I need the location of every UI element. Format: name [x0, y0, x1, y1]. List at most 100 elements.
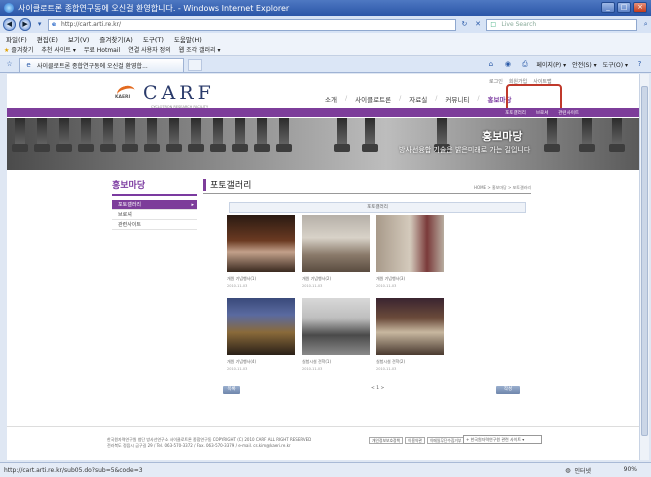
side-item-brochure[interactable]: 브로셔: [112, 210, 197, 220]
sub-navigation: 포토갤러리 브로셔 관련사이트: [7, 108, 639, 117]
url-input[interactable]: http://cart.arti.re.kr/: [48, 18, 457, 31]
breadcrumb: HOME > 홍보마당 > 포토갤러리: [473, 185, 531, 190]
photo-caption[interactable]: 실험시설 견학(2): [376, 359, 444, 365]
photo-date: 2010-11-03: [302, 367, 323, 371]
window-titlebar: 사이클로트론 종합연구동에 오신걸 환영합니다. - Windows Inter…: [0, 0, 651, 16]
command-bar: ⌂ ◉ ⎙ 페이지(P) ▾ 안전(S) ▾ 도구(O) ▾ ?: [485, 59, 651, 70]
terms-link[interactable]: 이용약관: [404, 437, 425, 444]
dropdown-icon[interactable]: ▾: [34, 19, 45, 30]
photo-item[interactable]: 개원 기념행사(2) 2010-11-03: [302, 215, 370, 288]
favorites-button[interactable]: ★ 즐겨찾기: [4, 45, 33, 54]
window-controls: _ □ ×: [601, 2, 647, 13]
subnav-photo-gallery[interactable]: 포토갤러리: [505, 110, 526, 116]
photo-item[interactable]: 실험시설 견학(1) 2010-11-03: [302, 298, 370, 371]
photo-date: 2010-11-03: [376, 367, 397, 371]
photo-date: 2010-11-03: [227, 284, 248, 288]
photo-thumbnail[interactable]: [376, 215, 444, 272]
photo-caption[interactable]: 개원 기념행사(3): [376, 276, 444, 282]
tab-title: 사이클로트론 종합연구동에 오신걸 환영합...: [37, 62, 148, 70]
browser-tab[interactable]: e 사이클로트론 종합연구동에 오신걸 환영합...: [19, 57, 184, 72]
scrollbar-thumb[interactable]: [641, 86, 648, 436]
print-icon[interactable]: ⎙: [519, 59, 530, 70]
vertical-scrollbar[interactable]: [639, 74, 649, 460]
footer-links: 개인정보보호정책 이용약관 이메일무단수집거부: [369, 437, 465, 444]
zoom-level[interactable]: 90%: [624, 466, 637, 473]
stop-icon[interactable]: ✕: [473, 19, 484, 30]
star-icon: ★: [4, 47, 10, 54]
list-button[interactable]: 목록: [223, 386, 240, 394]
site-footer: 한국원자력연구원 첨단 방사선연구소 사이클로트론 종합연구동 COPYRIGH…: [7, 426, 639, 460]
nav-archive[interactable]: 자료실: [409, 94, 427, 104]
photo-caption[interactable]: 개원 기념행사(4): [227, 359, 295, 365]
menu-bar: 파일(F) 편집(E) 보기(V) 즐겨찾기(A) 도구(T) 도움말(H): [0, 33, 651, 44]
photo-thumbnail[interactable]: [227, 298, 295, 355]
minimize-button[interactable]: _: [601, 2, 615, 13]
back-button[interactable]: ◀: [3, 18, 16, 31]
menu-help[interactable]: 도움말(H): [174, 34, 202, 44]
side-menu: 홍보마당 포토갤러리 브로셔 관련사이트: [112, 178, 197, 230]
refresh-icon[interactable]: ↻: [459, 19, 470, 30]
help-icon[interactable]: ?: [634, 59, 645, 70]
menu-favorites[interactable]: 즐겨찾기(A): [99, 34, 132, 44]
menu-file[interactable]: 파일(F): [6, 34, 27, 44]
photo-thumbnail[interactable]: [302, 298, 370, 355]
favorite-item[interactable]: 연결 사용자 정의: [128, 45, 170, 54]
favorite-item[interactable]: 무료 Hotmail: [84, 45, 120, 54]
web-page: 로그인 회원가입 사이트맵 CARF CYCLOTRON RESEARCH FA…: [7, 74, 639, 460]
globe-icon: ◍: [565, 466, 571, 474]
privacy-link[interactable]: 개인정보보호정책: [369, 437, 403, 444]
search-icon[interactable]: ⌕: [640, 19, 651, 30]
new-tab-button[interactable]: [188, 58, 202, 71]
side-item-photo-gallery[interactable]: 포토갤러리: [112, 200, 197, 210]
logo-name: CARF: [143, 82, 215, 104]
safety-menu[interactable]: 안전(S) ▾: [572, 60, 596, 69]
subnav-brochure[interactable]: 브로셔: [536, 110, 548, 116]
favorite-item[interactable]: 웹 조각 갤러리 ▾: [179, 45, 221, 54]
nav-community[interactable]: 커뮤니티: [445, 94, 469, 104]
favorite-item[interactable]: 추천 사이트 ▾: [41, 45, 75, 54]
photo-caption[interactable]: 개원 기념행사(1): [227, 276, 295, 282]
favorites-center-icon[interactable]: ☆: [4, 59, 15, 70]
photo-item[interactable]: 개원 기념행사(4) 2010-11-03: [227, 298, 295, 371]
nav-cyclotron[interactable]: 사이클로트론: [355, 94, 391, 104]
maximize-button[interactable]: □: [617, 2, 631, 13]
family-site-select[interactable]: + 한국원자력연구원 관련 사이트 ▾: [463, 435, 542, 444]
kaeri-logo-icon: [115, 84, 139, 102]
photo-item[interactable]: 개원 기념행사(1) 2010-11-03: [227, 215, 295, 288]
photo-item[interactable]: 실험시설 견학(2) 2010-11-03: [376, 298, 444, 371]
feed-icon[interactable]: ◉: [502, 59, 513, 70]
status-url: http://cart.arti.re.kr/sub05.do?sub=5&co…: [4, 466, 143, 474]
write-button[interactable]: 작성: [496, 386, 520, 394]
address-bar: ◀ ▶ ▾ http://cart.arti.re.kr/ ↻ ✕ Live S…: [0, 16, 651, 33]
side-item-related-sites[interactable]: 관련사이트: [112, 220, 197, 230]
login-link[interactable]: 로그인: [489, 78, 503, 85]
main-navigation: 소개 / 사이클로트론 / 자료실 / 커뮤니티 / 홍보마당: [325, 94, 512, 104]
close-button[interactable]: ×: [633, 2, 647, 13]
pagination[interactable]: < 1 >: [371, 386, 384, 391]
ie-icon: [4, 3, 14, 13]
search-input[interactable]: Live Search: [486, 18, 638, 31]
window-title: 사이클로트론 종합연구동에 오신걸 환영합니다. - Windows Inter…: [18, 3, 290, 13]
subnav-related-sites[interactable]: 관련사이트: [558, 110, 579, 116]
banner-image: 홍보마당 방사선융합 기술은 밝은미래로 가는 길입니다: [7, 118, 639, 170]
site-logo[interactable]: CARF CYCLOTRON RESEARCH FACILITY: [115, 82, 215, 109]
photo-date: 2010-11-03: [302, 284, 323, 288]
photo-thumbnail[interactable]: [302, 215, 370, 272]
menu-edit[interactable]: 편집(E): [37, 34, 58, 44]
photo-thumbnail[interactable]: [227, 215, 295, 272]
home-icon[interactable]: ⌂: [485, 59, 496, 70]
page-menu[interactable]: 페이지(P) ▾: [536, 60, 566, 69]
page-title: 포토갤러리: [210, 181, 252, 191]
tools-menu[interactable]: 도구(O) ▾: [603, 60, 628, 69]
content-header: 포토갤러리 HOME > 홍보마당 > 포토갤러리: [203, 178, 531, 194]
nav-intro[interactable]: 소개: [325, 94, 337, 104]
photo-caption[interactable]: 개원 기념행사(2): [302, 276, 370, 282]
photo-caption[interactable]: 실험시설 견학(1): [302, 359, 370, 365]
photo-thumbnail[interactable]: [376, 298, 444, 355]
menu-tools[interactable]: 도구(T): [143, 34, 164, 44]
photo-date: 2010-11-03: [227, 367, 248, 371]
email-policy-link[interactable]: 이메일무단수집거부: [426, 437, 465, 444]
photo-item[interactable]: 개원 기념행사(3) 2010-11-03: [376, 215, 444, 288]
menu-view[interactable]: 보기(V): [68, 34, 89, 44]
forward-button[interactable]: ▶: [18, 18, 32, 31]
